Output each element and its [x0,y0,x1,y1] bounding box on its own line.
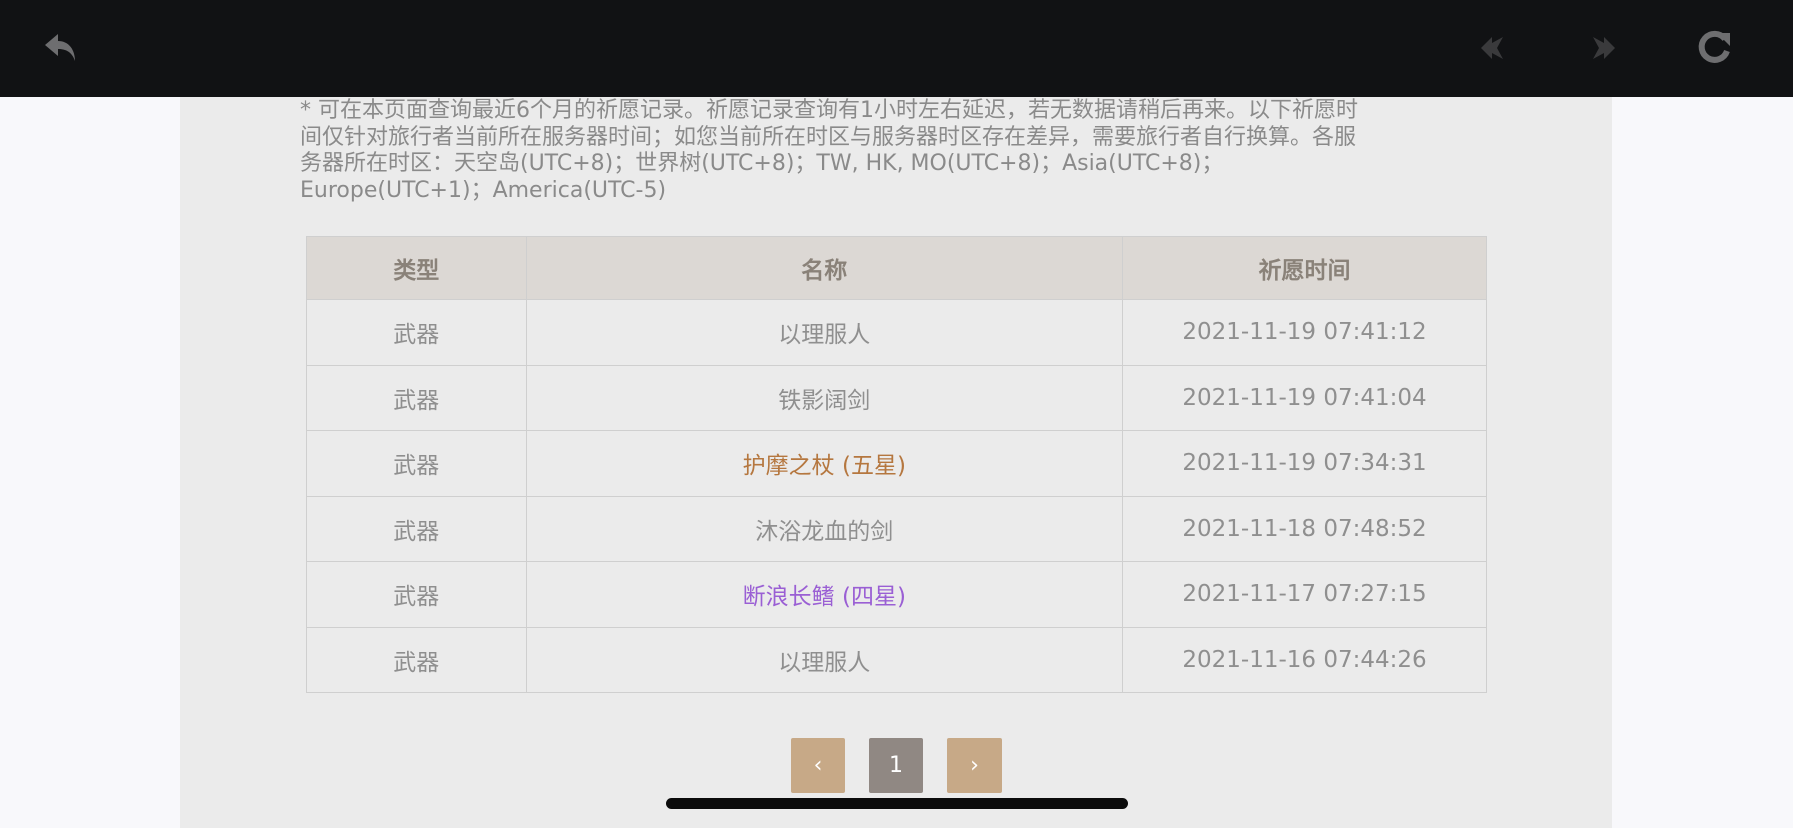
pagination-prev-button[interactable]: ‹ [791,738,845,793]
refresh-button[interactable] [1692,26,1736,70]
wish-history-table: 类型 名称 祈愿时间 武器 以理服人 2021-11-19 07:41:12 武… [306,236,1487,693]
diamond-left-icon [1477,31,1511,65]
table-header-row: 类型 名称 祈愿时间 [306,236,1487,300]
cell-time: 2021-11-16 07:44:26 [1122,626,1487,693]
cell-type: 武器 [306,430,527,497]
cell-time: 2021-11-17 07:27:15 [1122,561,1487,628]
pagination-next-button[interactable]: › [947,738,1002,793]
cell-name: 断浪长鳍 (四星) [525,561,1124,628]
table-row: 武器 以理服人 2021-11-19 07:41:12 [306,299,1487,366]
undo-arrow-icon [42,28,82,68]
table-row: 武器 断浪长鳍 (四星) 2021-11-17 07:27:15 [306,561,1487,628]
header-type: 类型 [306,236,527,300]
refresh-icon [1695,29,1733,67]
diamond-right-icon [1585,31,1619,65]
cell-type: 武器 [306,561,527,628]
cell-type: 武器 [306,495,527,562]
table-row: 武器 以理服人 2021-11-16 07:44:26 [306,626,1487,693]
header-name: 名称 [525,236,1124,300]
back-button[interactable] [40,26,84,70]
table-row: 武器 沐浴龙血的剑 2021-11-18 07:48:52 [306,495,1487,562]
cell-time: 2021-11-18 07:48:52 [1122,495,1487,562]
nav-next-button[interactable] [1580,26,1624,70]
cell-name: 铁影阔剑 [525,364,1124,431]
pagination-current-page[interactable]: 1 [869,738,923,793]
top-toolbar [0,0,1793,97]
table-row: 武器 护摩之杖 (五星) 2021-11-19 07:34:31 [306,430,1487,497]
cell-name: 以理服人 [525,626,1124,693]
header-time: 祈愿时间 [1122,236,1487,300]
content-panel: * 可在本页面查询最近6个月的祈愿记录。祈愿记录查询有1小时左右延迟，若无数据请… [180,97,1612,828]
cell-name: 以理服人 [525,299,1124,366]
cell-time: 2021-11-19 07:41:12 [1122,299,1487,366]
cell-time: 2021-11-19 07:41:04 [1122,364,1487,431]
table-row: 武器 铁影阔剑 2021-11-19 07:41:04 [306,364,1487,431]
cell-type: 武器 [306,299,527,366]
cell-name: 沐浴龙血的剑 [525,495,1124,562]
nav-previous-button[interactable] [1472,26,1516,70]
cell-type: 武器 [306,364,527,431]
cell-name: 护摩之杖 (五星) [525,430,1124,497]
home-indicator [666,798,1128,809]
cell-type: 武器 [306,626,527,693]
cell-time: 2021-11-19 07:34:31 [1122,430,1487,497]
notice-text: * 可在本页面查询最近6个月的祈愿记录。祈愿记录查询有1小时左右延迟，若无数据请… [300,98,1358,203]
